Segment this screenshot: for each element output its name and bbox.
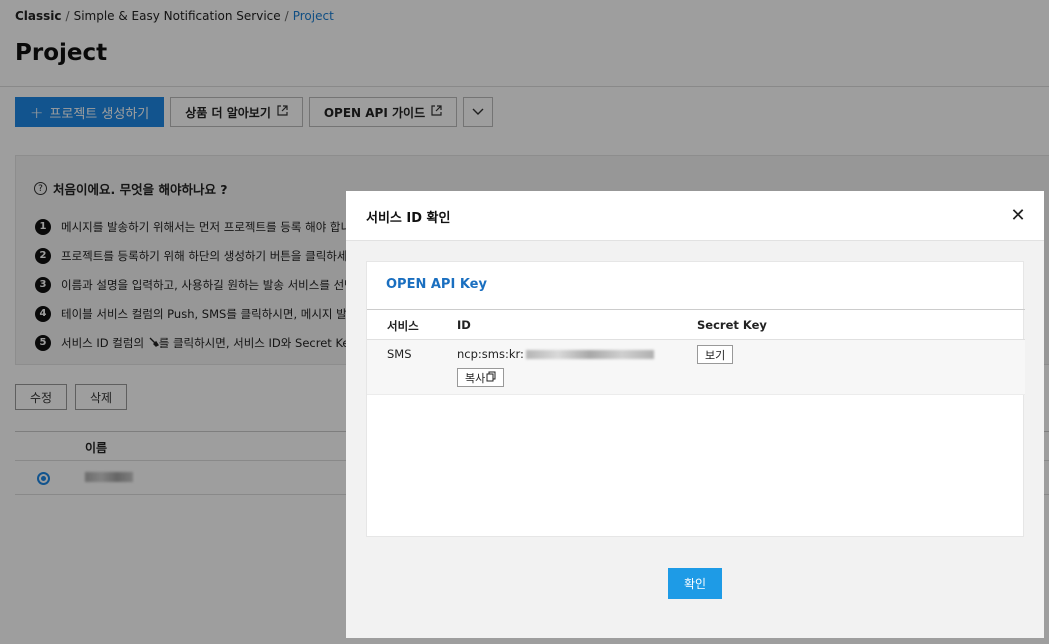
column-header-secret-key: Secret Key bbox=[697, 318, 767, 332]
close-icon[interactable]: ✕ bbox=[1008, 206, 1028, 226]
service-id-modal: 서비스 ID 확인 ✕ OPEN API Key 서비스 ID Secret K… bbox=[346, 191, 1044, 638]
copy-button[interactable]: 복사 bbox=[457, 368, 505, 387]
service-id-cell: ncp:sms:kr: bbox=[457, 347, 654, 361]
column-header-id: ID bbox=[457, 318, 471, 332]
modal-header: 서비스 ID 확인 ✕ bbox=[346, 191, 1044, 241]
modal-body: OPEN API Key 서비스 ID Secret Key SMS ncp:s… bbox=[346, 241, 1044, 638]
api-key-card: OPEN API Key 서비스 ID Secret Key SMS ncp:s… bbox=[366, 261, 1025, 537]
confirm-button[interactable]: 확인 bbox=[668, 568, 722, 599]
copy-label: 복사 bbox=[465, 371, 486, 385]
service-id-prefix: ncp:sms:kr: bbox=[457, 347, 524, 361]
service-cell: SMS bbox=[387, 347, 412, 361]
api-table-header: 서비스 ID Secret Key bbox=[367, 309, 1025, 340]
modal-title: 서비스 ID 확인 bbox=[366, 211, 451, 226]
view-secret-button[interactable]: 보기 bbox=[697, 345, 734, 364]
api-key-table: 서비스 ID Secret Key SMS ncp:sms:kr: 복사 보기 bbox=[367, 309, 1025, 395]
table-row: SMS ncp:sms:kr: 복사 보기 bbox=[367, 340, 1025, 395]
column-header-service: 서비스 bbox=[387, 319, 419, 333]
copy-icon bbox=[486, 371, 496, 385]
blurred-service-id bbox=[525, 349, 654, 359]
card-title: OPEN API Key bbox=[386, 277, 487, 292]
